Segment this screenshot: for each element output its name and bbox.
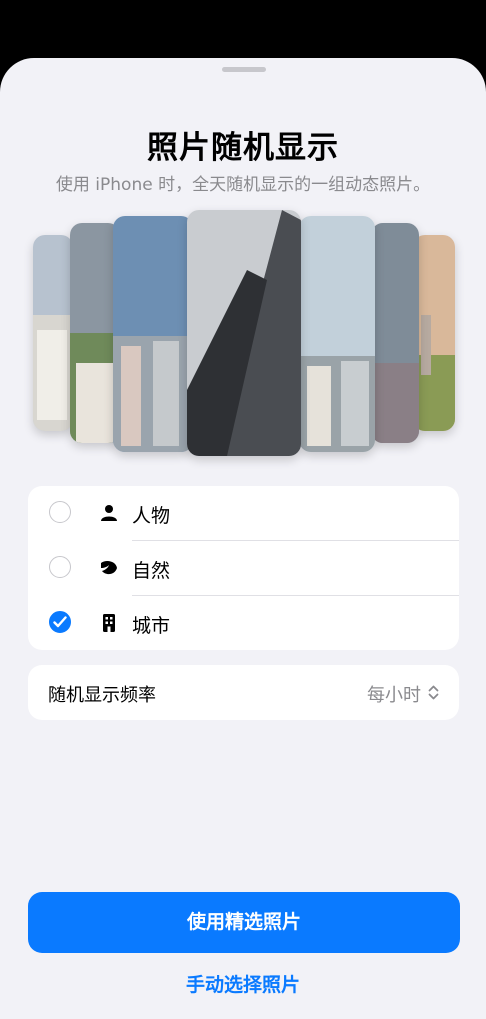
category-row-city[interactable]: 城市 bbox=[28, 596, 459, 650]
photo-card-6 bbox=[371, 223, 419, 443]
frequency-value[interactable]: 每小时 bbox=[367, 681, 421, 707]
sheet-grabber[interactable] bbox=[222, 67, 266, 72]
category-row-people[interactable]: 人物 bbox=[28, 486, 459, 540]
building-icon bbox=[103, 614, 115, 632]
photo-card-1 bbox=[33, 235, 73, 431]
photo-card-4 bbox=[187, 210, 301, 456]
page-subtitle: 使用 iPhone 时，全天随机显示的一组动态照片。 bbox=[55, 175, 431, 195]
frequency-label: 随机显示频率 bbox=[48, 685, 156, 706]
photo-card-7 bbox=[413, 235, 455, 431]
radio-people[interactable] bbox=[49, 501, 71, 523]
category-label-nature: 自然 bbox=[132, 560, 171, 582]
bottom-sheet: 照片随机显示 使用 iPhone 时，全天随机显示的一组动态照片。 人物 自然 … bbox=[0, 58, 486, 1019]
person-icon bbox=[101, 505, 117, 521]
radio-nature[interactable] bbox=[49, 556, 71, 578]
use-featured-photos-button[interactable]: 使用精选照片 bbox=[28, 892, 460, 953]
checkmark-icon bbox=[53, 616, 67, 628]
photo-card-3 bbox=[113, 216, 193, 452]
leaf-icon bbox=[101, 560, 117, 575]
category-list: 人物 自然 城市 bbox=[28, 486, 459, 650]
chevron-up-down-icon bbox=[428, 685, 439, 700]
photo-card-5 bbox=[299, 216, 375, 452]
frequency-row[interactable]: 随机显示频率 每小时 bbox=[28, 665, 459, 720]
choose-photos-manually-link[interactable]: 手动选择照片 bbox=[0, 970, 486, 997]
category-label-people: 人物 bbox=[132, 505, 171, 527]
page-title: 照片随机显示 bbox=[147, 130, 339, 166]
radio-city-checked[interactable] bbox=[49, 611, 71, 633]
category-label-city: 城市 bbox=[132, 615, 171, 637]
category-row-nature[interactable]: 自然 bbox=[28, 541, 459, 595]
